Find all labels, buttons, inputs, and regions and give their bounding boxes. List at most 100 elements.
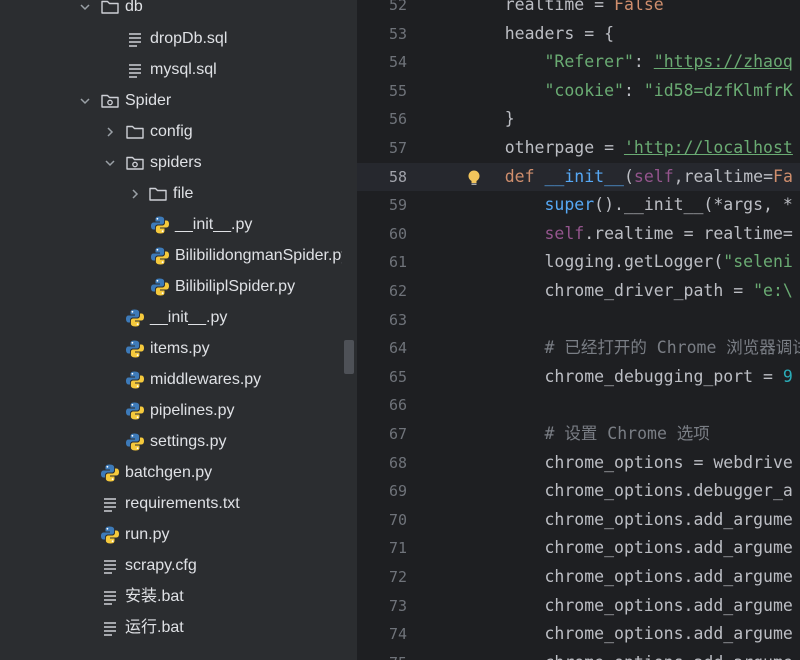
line-number: 74 [388,625,407,644]
tree-item-label: config [150,123,193,140]
code-line[interactable]: 75 chrome_options.add_argume [357,649,800,660]
chevron-down-icon[interactable] [105,158,115,168]
tree-item-run-py[interactable]: run.py [0,520,342,551]
code-line[interactable]: 66 [357,391,800,420]
code-line[interactable]: 53 headers = { [357,20,800,49]
code-token: .realtime = realtime= [584,223,793,243]
tree-item-spiders[interactable]: spiders [0,148,342,179]
code-line[interactable]: 63 [357,306,800,335]
code-editor[interactable]: 52 realtime = False 53 headers = {54 "Ref… [357,0,800,660]
tree-item-bilibiliplspider-py[interactable]: BilibiliplSpider.py [0,272,342,303]
code-line[interactable]: 65 chrome_debugging_port = 9 [357,363,800,392]
code-text: } [465,105,515,133]
tree-item-requirements-txt[interactable]: requirements.txt [0,489,342,520]
line-number: 62 [388,282,407,300]
tree-item-label: dropDb.sql [150,30,228,47]
code-line[interactable]: 58 def __init__(self,realtime=Fa [357,162,800,192]
text-file-icon [100,494,120,514]
line-number: 68 [388,453,407,472]
text-file-icon [100,618,120,638]
tree-item-init-py[interactable]: __init__.py [0,303,342,334]
code-line[interactable]: 56 } [357,105,800,134]
code-text: chrome_options = webdrive [465,449,793,477]
line-number: 58 [388,167,407,186]
tree-item-label: scrapy.cfg [125,557,197,574]
tree-item-scrapy-cfg[interactable]: scrapy.cfg [0,551,342,582]
code-line[interactable]: 54 "Referer": "https://zhaoq [357,48,800,77]
tree-scrollbar-track[interactable] [342,0,357,660]
code-line[interactable]: 72 chrome_options.add_argume [357,563,800,592]
code-token: logging.getLogger( [465,252,724,272]
tree-item-label: spiders [150,154,202,171]
python-file-icon [125,432,145,452]
tree-item-config[interactable]: config [0,117,342,148]
tree-item-items-py[interactable]: items.py [0,334,342,365]
line-number: 64 [388,339,407,358]
package-folder-icon [100,91,120,111]
code-line[interactable]: 57 otherpage = 'http://localhost [357,134,800,163]
code-token: __init__ [544,166,624,186]
code-token: } [465,109,515,129]
line-number: 53 [388,24,407,43]
tree-item-settings-py[interactable]: settings.py [0,427,342,458]
code-line[interactable]: 59 super().__init__(*args, * [357,191,800,220]
code-line[interactable]: 60 self.realtime = realtime= [357,220,800,249]
python-file-icon [125,339,145,359]
tree-scrollbar-thumb[interactable] [344,340,354,374]
chevron-right-icon[interactable] [130,189,140,199]
code-line[interactable]: 67 # 设置 Chrome 选项 [357,420,800,449]
tree-item-file[interactable]: file [0,179,342,210]
python-file-icon [125,401,145,421]
code-token: chrome_options = webdrive [465,452,793,472]
code-line[interactable]: 61 logging.getLogger("seleni [357,248,800,277]
code-token: : [633,52,654,72]
code-token: chrome_options.add_argume [465,567,793,586]
tree-item-label: 运行.bat [125,619,184,636]
code-line[interactable]: 69 chrome_options.debugger_a [357,477,800,506]
code-line[interactable]: 71 chrome_options.add_argume [357,534,800,563]
code-text: chrome_options.add_argume [465,620,792,648]
tree-item-mysql-sql[interactable]: mysql.sql [0,55,342,86]
tree-item-spider[interactable]: Spider [0,86,342,117]
code-line[interactable]: 64 # 已经打开的 Chrome 浏览器调试 [357,334,800,363]
line-number: 54 [388,53,407,72]
tree-item-label: BilibiliplSpider.py [175,278,296,295]
code-token: # 设置 Chrome 选项 [465,424,710,443]
code-line[interactable]: 68 chrome_options = webdrive [357,449,800,478]
tree-item-bat[interactable]: 运行.bat [0,613,342,644]
code-text: realtime = False [465,0,664,19]
tree-item-pipelines-py[interactable]: pipelines.py [0,396,342,427]
code-text: "cookie": "id58=dzfKlmfrK [465,77,792,105]
chevron-down-icon[interactable] [80,2,90,12]
code-token: self [633,166,674,186]
chevron-right-icon[interactable] [105,127,115,137]
code-text: chrome_options.add_argume [465,534,792,562]
tree-item-bilibilidongmanspider-py[interactable]: BilibilidongmanSpider.py [0,241,349,272]
tree-item-bat[interactable]: 安装.bat [0,582,342,613]
code-text: otherpage = 'http://localhost [465,134,793,162]
tree-item-label: mysql.sql [150,61,217,78]
code-token: "seleni [723,252,793,272]
tree-item-batchgen-py[interactable]: batchgen.py [0,458,342,489]
code-token: headers = { [465,23,615,43]
python-file-icon [100,463,120,483]
line-number: 61 [388,253,407,272]
tree-item-dropdb-sql[interactable]: dropDb.sql [0,24,342,55]
code-line[interactable]: 62 chrome_driver_path = "e:\ [357,277,800,306]
line-number: 71 [388,539,407,558]
code-text: headers = { [465,20,614,48]
chevron-down-icon[interactable] [80,96,90,106]
tree-item-label: __init__.py [150,309,228,326]
code-line[interactable]: 74 chrome_options.add_argume [357,620,800,649]
line-number: 75 [357,649,407,660]
tree-item-init-py[interactable]: __init__.py [0,210,342,241]
code-line[interactable]: 70 chrome_options.add_argume [357,506,800,535]
tree-item-middlewares-py[interactable]: middlewares.py [0,365,342,396]
tree-item-label: middlewares.py [150,371,262,388]
tree-item-db[interactable]: db [0,0,342,23]
code-line[interactable]: 73 chrome_options.add_argume [357,592,800,621]
code-token: self [544,223,585,243]
code-line[interactable]: 52 realtime = False [357,0,800,20]
tree-item-label: requirements.txt [125,495,240,512]
code-line[interactable]: 55 "cookie": "id58=dzfKlmfrK [357,77,800,106]
